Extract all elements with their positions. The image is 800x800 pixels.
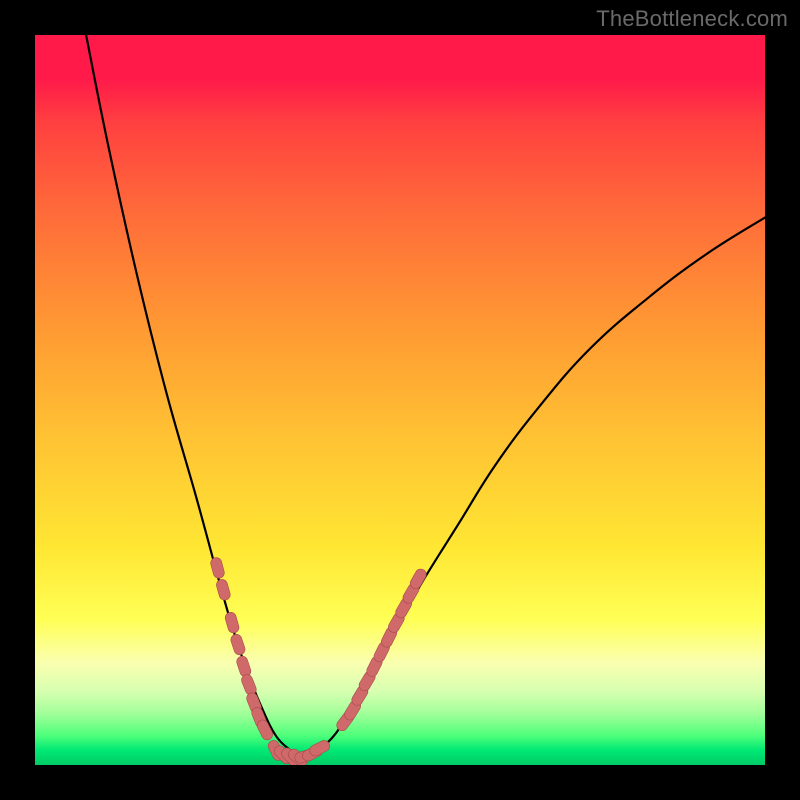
marker-pill: [401, 582, 421, 606]
marker-pill: [301, 744, 325, 763]
curve-svg: [35, 35, 765, 765]
plot-area: [35, 35, 765, 765]
marker-pill: [308, 739, 332, 758]
marker-pill: [335, 710, 356, 733]
marker-pill: [350, 684, 370, 708]
watermark-text: TheBottleneck.com: [596, 6, 788, 32]
marker-pill: [229, 633, 246, 656]
marker-pill: [394, 596, 414, 620]
marker-pill: [279, 746, 302, 765]
marker-pill: [224, 611, 240, 634]
marker-pill: [386, 611, 406, 635]
marker-pill: [250, 706, 268, 730]
chart-stage: TheBottleneck.com: [0, 0, 800, 800]
bottleneck-curve: [86, 35, 765, 757]
marker-pill: [286, 747, 309, 765]
marker-pill: [245, 691, 263, 715]
marker-pill: [293, 748, 316, 765]
marker-pill: [357, 669, 377, 693]
marker-pill: [255, 718, 274, 742]
marker-group: [209, 556, 428, 765]
marker-pill: [372, 640, 391, 664]
marker-pill: [266, 739, 285, 763]
marker-pill: [235, 655, 252, 678]
marker-pill: [342, 698, 362, 722]
marker-pill: [215, 578, 231, 601]
marker-pill: [365, 655, 384, 679]
marker-pill: [209, 556, 225, 579]
marker-pill: [408, 567, 428, 591]
marker-pill: [272, 743, 295, 765]
marker-pill: [240, 673, 258, 697]
marker-pill: [379, 625, 398, 649]
